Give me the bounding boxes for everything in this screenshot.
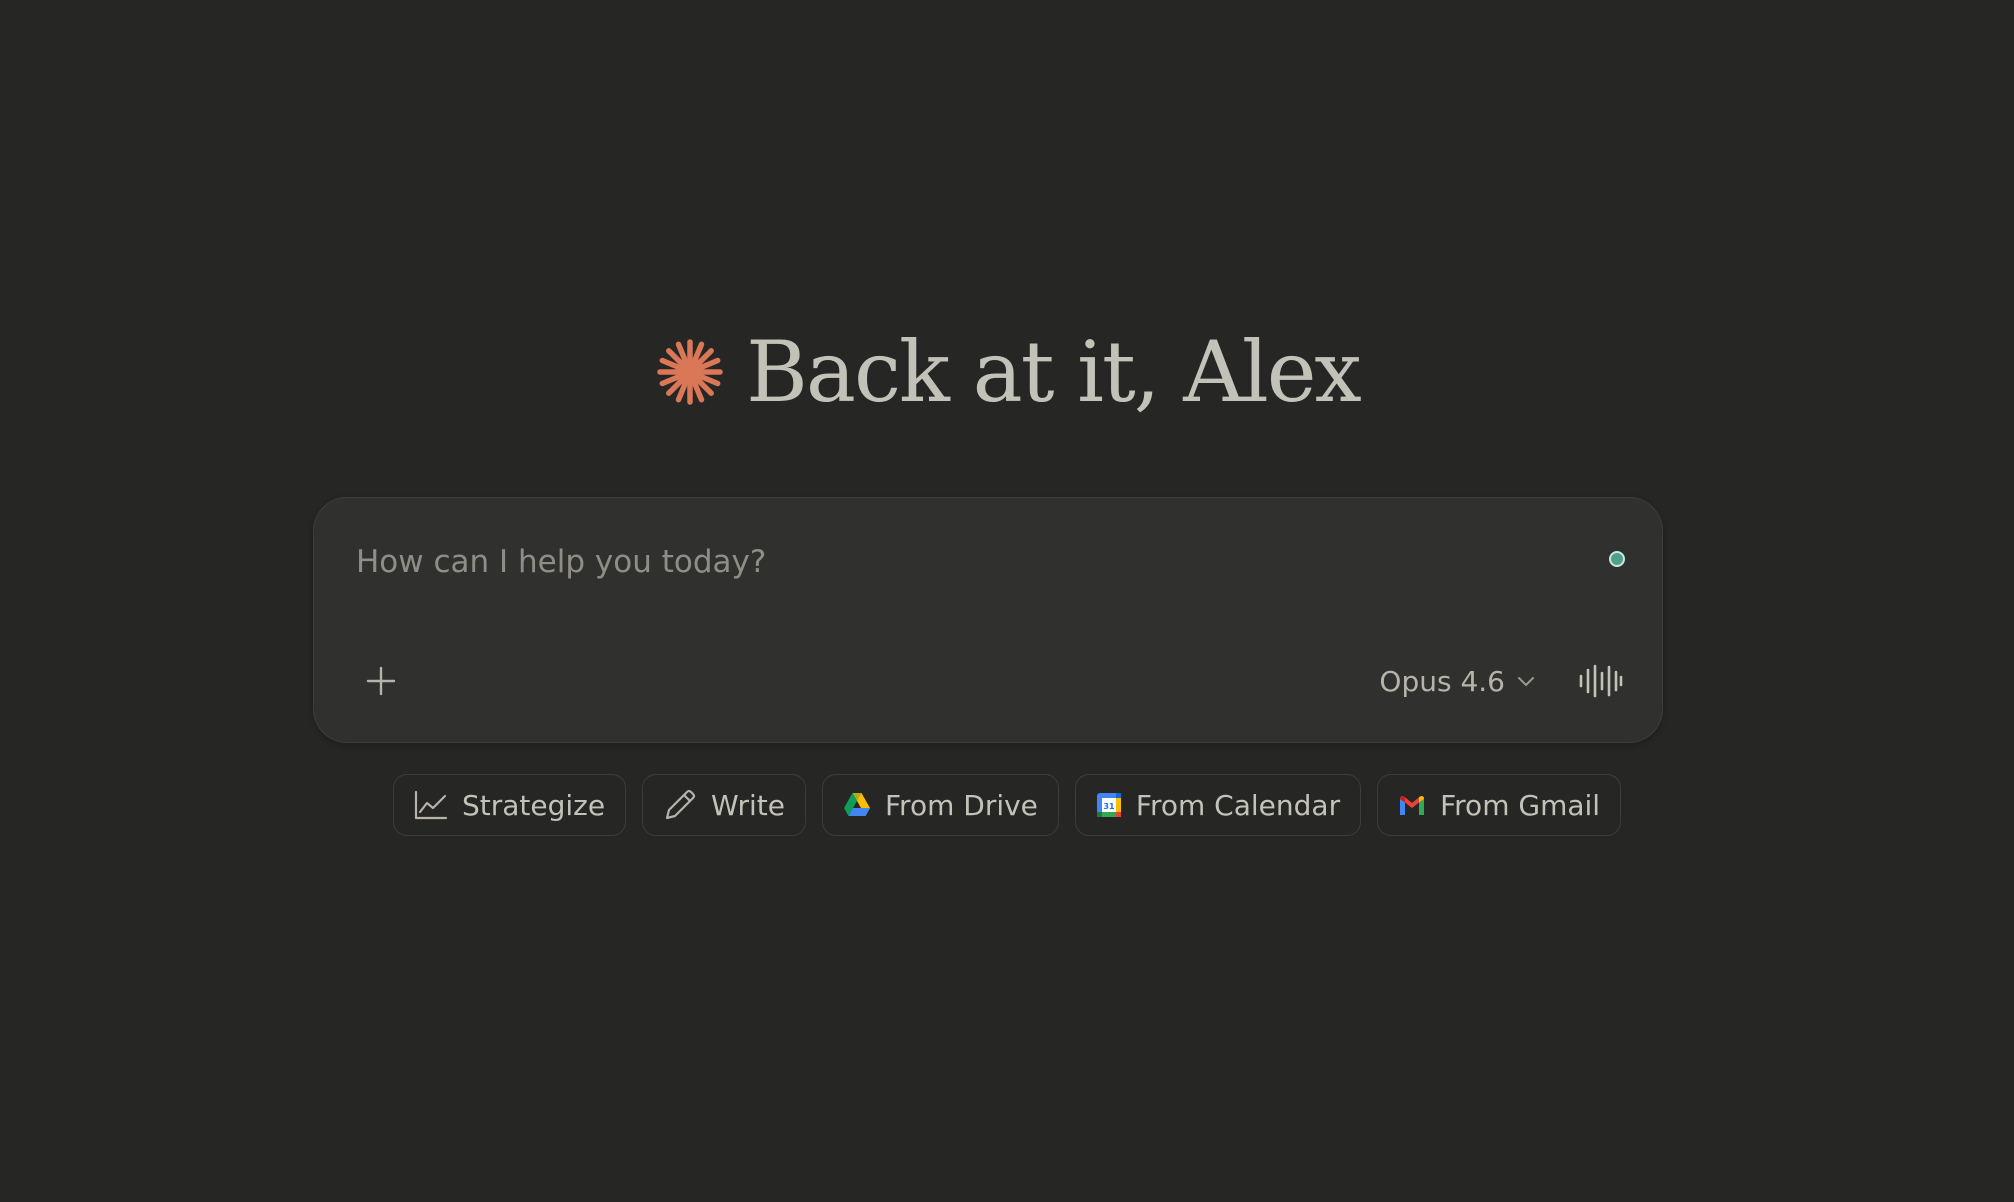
suggestion-chips: Strategize Write From Drive 31 From Cale	[0, 774, 2014, 836]
plus-icon	[366, 666, 396, 696]
greeting-title: Back at it, Alex	[746, 323, 1362, 421]
chip-from-drive[interactable]: From Drive	[821, 774, 1059, 836]
status-indicator	[1609, 551, 1625, 567]
google-calendar-icon: 31	[1096, 793, 1121, 817]
chip-label: From Gmail	[1440, 788, 1601, 822]
chip-from-gmail[interactable]: From Gmail	[1377, 774, 1622, 836]
chip-strategize[interactable]: Strategize	[392, 774, 627, 836]
chip-write[interactable]: Write	[642, 774, 806, 836]
svg-text:31: 31	[1103, 802, 1115, 811]
gmail-icon	[1400, 796, 1425, 815]
voice-mode-button[interactable]	[1578, 658, 1624, 704]
chip-label: Write	[711, 788, 785, 822]
prompt-input[interactable]	[356, 540, 1536, 584]
pencil-icon	[665, 789, 696, 820]
chip-label: From Drive	[884, 788, 1038, 822]
sparkle-icon	[657, 339, 723, 405]
greeting-header: Back at it, Alex	[0, 322, 2014, 422]
chart-line-icon	[414, 790, 448, 820]
chevron-down-icon	[1518, 677, 1534, 686]
chip-label: From Calendar	[1135, 788, 1341, 822]
chat-composer: Opus 4.6	[313, 497, 1663, 743]
google-drive-icon	[843, 793, 870, 816]
chip-from-calendar[interactable]: 31 From Calendar	[1074, 774, 1362, 836]
chip-label: Strategize	[461, 788, 606, 822]
add-attachment-button[interactable]	[356, 656, 406, 706]
waveform-icon	[1579, 664, 1623, 698]
model-selector[interactable]: Opus 4.6	[1379, 658, 1535, 704]
model-name: Opus 4.6	[1379, 664, 1505, 698]
